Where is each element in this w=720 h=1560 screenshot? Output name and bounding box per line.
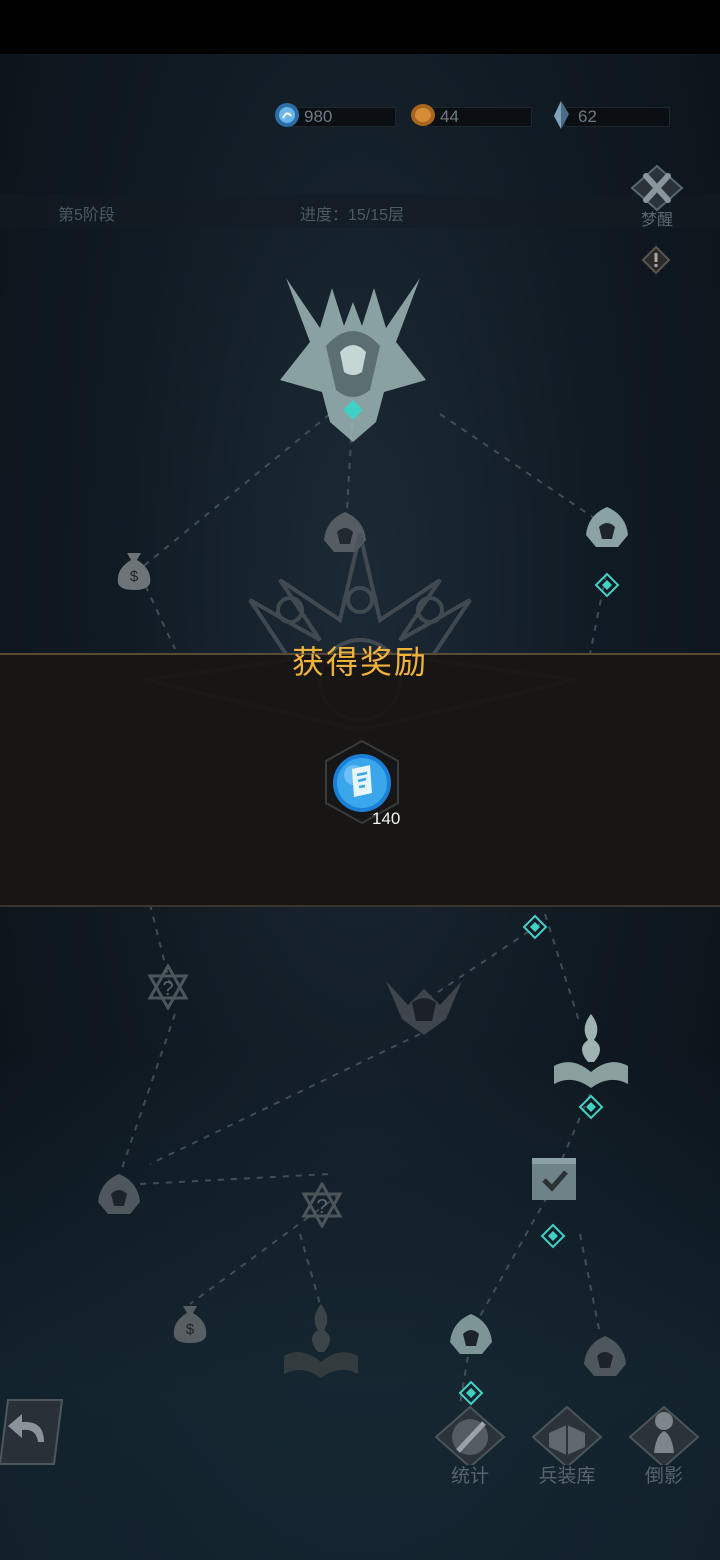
path-marker-icon xyxy=(540,1223,566,1249)
warning-icon[interactable] xyxy=(641,245,671,275)
book-event-icon[interactable] xyxy=(550,1010,632,1090)
path-marker-icon xyxy=(578,1094,604,1120)
path-marker-icon xyxy=(594,572,620,598)
armory-book-icon xyxy=(531,1405,603,1465)
pawn-icon xyxy=(628,1405,700,1465)
resource-crystal: 62 xyxy=(546,101,670,129)
status-bar xyxy=(0,0,720,54)
boss-crest-icon[interactable] xyxy=(270,272,436,442)
hooded-enemy-icon[interactable] xyxy=(446,1312,496,1358)
svg-text:$: $ xyxy=(186,1321,195,1338)
svg-text:?: ? xyxy=(316,1196,327,1218)
armory-label: 兵装库 xyxy=(538,1466,596,1487)
resource-crystal-value: 62 xyxy=(578,107,597,126)
back-button[interactable] xyxy=(0,1398,66,1466)
stage-bar: 第5阶段 进度：15/15层 xyxy=(0,194,720,228)
resource-orb-value: 980 xyxy=(304,107,333,126)
gold-coin-icon xyxy=(411,104,435,126)
wake-label: 梦醒 xyxy=(640,212,673,229)
crystal-shard-icon xyxy=(554,101,569,129)
shield-sword-icon xyxy=(434,1405,506,1465)
path-marker-icon xyxy=(522,914,548,940)
close-x-icon xyxy=(630,164,684,212)
svg-text:?: ? xyxy=(162,978,173,1000)
reflection-label: 倒影 xyxy=(644,1466,683,1487)
mystery-event-icon[interactable]: ? xyxy=(146,964,190,1010)
stats-label: 统计 xyxy=(450,1466,489,1487)
modal-title: 获得奖励 xyxy=(291,644,428,680)
reward-count: 140 xyxy=(372,809,401,828)
resource-coin: 44 xyxy=(408,104,532,128)
blue-swirl-orb-icon xyxy=(275,103,299,127)
wake-button[interactable]: 梦醒 xyxy=(626,164,688,229)
hooded-enemy-icon[interactable] xyxy=(580,1334,630,1380)
money-bag-icon[interactable]: $ xyxy=(168,1298,212,1344)
mystery-event-icon[interactable]: ? xyxy=(300,1182,344,1228)
hooded-enemy-icon[interactable] xyxy=(582,505,632,551)
reward-item[interactable]: 140 xyxy=(324,739,400,828)
svg-text:$: $ xyxy=(130,568,139,585)
book-event-icon[interactable] xyxy=(280,1300,362,1380)
resource-coin-value: 44 xyxy=(440,107,459,126)
reflection-button[interactable]: 倒影 xyxy=(624,1405,704,1489)
armory-button[interactable]: 兵装库 xyxy=(527,1405,607,1489)
stats-button[interactable]: 统计 xyxy=(430,1405,510,1489)
checkpoint-banner-icon[interactable] xyxy=(528,1154,580,1204)
hooded-enemy-icon[interactable] xyxy=(94,1172,144,1218)
stage-label: 第5阶段 xyxy=(58,207,115,224)
path-marker-icon xyxy=(458,1380,484,1406)
resource-orb: 980 xyxy=(272,103,396,128)
return-arrow-icon xyxy=(0,1399,64,1465)
elite-enemy-icon[interactable] xyxy=(380,975,468,1039)
progress-label: 进度：15/15层 xyxy=(300,207,405,224)
